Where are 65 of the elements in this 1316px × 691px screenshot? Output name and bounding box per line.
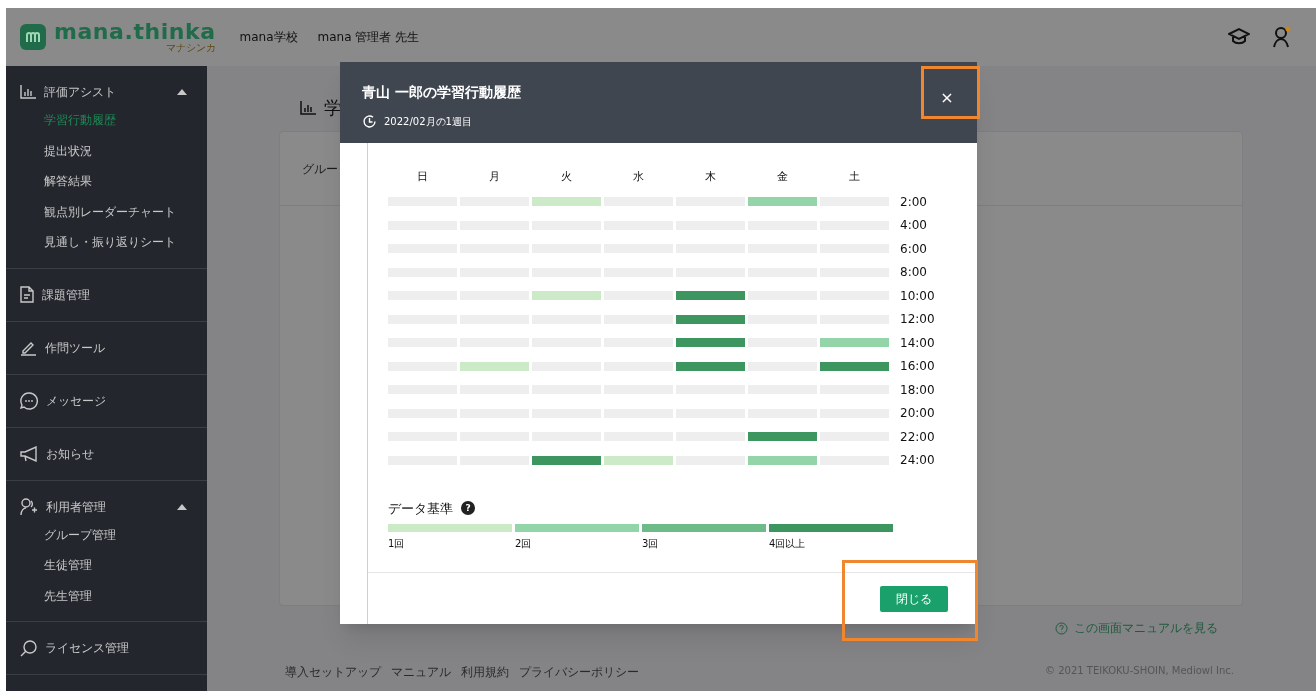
sidebar-section[interactable]: 作問ツール [6, 321, 207, 374]
day-label: 日 [416, 169, 429, 185]
footer-link[interactable]: 利用規約 [461, 663, 509, 681]
bar-chart-icon [20, 85, 36, 99]
clock-icon [362, 114, 377, 129]
day-label: 火 [560, 169, 573, 185]
footer-link[interactable]: 導入セットアップ [285, 663, 381, 681]
sidebar-item[interactable]: 観点別レーダーチャート [6, 196, 207, 227]
time-label: 10:00 [900, 287, 935, 305]
modal-title: 青山 一郎の学習行動履歴 [362, 84, 521, 100]
sidebar-section[interactable]: 課題管理 [6, 268, 207, 321]
bar-chart-icon [300, 100, 316, 115]
sidebar-item[interactable]: 見通し・振り返りシート [6, 227, 207, 258]
time-label: 24:00 [900, 452, 935, 470]
day-label: 水 [632, 169, 645, 185]
legend-title: データ基準 [388, 499, 453, 518]
time-label: 16:00 [900, 358, 935, 376]
legend-label: 1回 [388, 537, 406, 551]
footer-link[interactable]: プライバシーポリシー [519, 663, 639, 681]
filter-label: グルー [302, 160, 338, 178]
time-label: 6:00 [900, 240, 927, 258]
sidebar-section[interactable]: ライセンス管理 [6, 622, 207, 674]
sidebar-section[interactable]: メッセージ [6, 374, 207, 427]
time-label: 20:00 [900, 405, 935, 423]
sidebar-item[interactable]: 学習行動履歴 [6, 105, 207, 136]
user-icon[interactable] [1272, 26, 1292, 48]
logo-subtitle: マナシンカ [165, 43, 216, 53]
sidebar-item[interactable]: 生徒管理 [6, 550, 207, 581]
graduation-cap-icon[interactable] [1228, 27, 1250, 47]
sidebar-item[interactable]: 解答結果 [6, 166, 207, 197]
document-icon [20, 286, 34, 303]
users-icon [20, 497, 38, 516]
sidebar-item[interactable]: グループ管理 [6, 519, 207, 550]
period-label: 2022/02月の1週目 [384, 115, 472, 129]
day-label: 木 [704, 169, 717, 185]
caret-icon[interactable] [177, 503, 187, 510]
user-name: mana 管理者 先生 [317, 29, 420, 46]
highlight-frame [921, 66, 980, 119]
day-label: 月 [488, 169, 501, 185]
legend-label: 2回 [515, 537, 533, 551]
day-label: 金 [776, 169, 789, 185]
megaphone-icon [20, 445, 38, 462]
help-icon [1055, 621, 1068, 635]
legend-label: 3回 [642, 537, 660, 551]
time-label: 2:00 [900, 193, 927, 211]
footer-link[interactable]: マニュアル [391, 663, 451, 681]
time-label: 4:00 [900, 217, 927, 235]
time-label: 22:00 [900, 428, 935, 446]
time-label: 18:00 [900, 381, 935, 399]
help-badge[interactable]: ? [461, 501, 475, 516]
time-label: 8:00 [900, 264, 927, 282]
day-label: 土 [848, 169, 861, 185]
logo-icon [20, 24, 46, 50]
logo-text: mana.thinka [54, 21, 216, 43]
time-label: 14:00 [900, 334, 935, 352]
sidebar-item[interactable]: 先生管理 [6, 580, 207, 611]
legend-label: 4回以上 [769, 537, 807, 551]
close-button[interactable]: × [927, 81, 967, 115]
sidebar-section[interactable]: お知らせ [6, 427, 207, 480]
caret-icon[interactable] [177, 89, 187, 95]
search-icon [20, 639, 37, 657]
sidebar-item[interactable]: 提出状況 [6, 135, 207, 166]
chat-bubble-icon [20, 391, 38, 410]
time-label: 12:00 [900, 311, 935, 329]
school-name: mana学校 [239, 29, 298, 46]
